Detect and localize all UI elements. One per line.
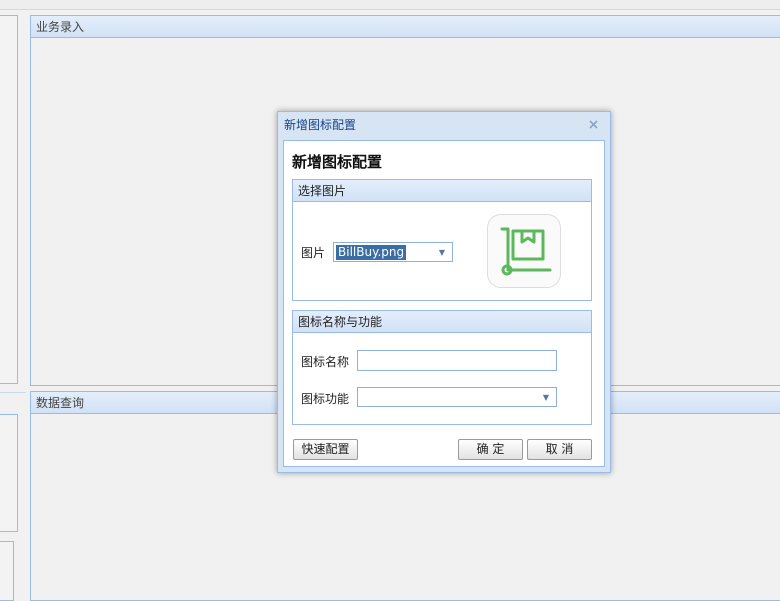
name-function-fieldset: 图标名称与功能 图标名称 图标功能 ▼ [292,310,592,425]
cancel-button[interactable]: 取 消 [527,439,592,460]
left-panel-frame-lower [0,414,18,532]
image-fieldset-title: 选择图片 [293,180,591,202]
icon-function-label: 图标功能 [301,392,350,406]
cart-box-icon [500,227,552,276]
top-strip [0,0,780,10]
image-fieldset: 选择图片 图片 BillBuy.png ▼ [292,179,592,301]
icon-name-input[interactable] [357,350,557,371]
dialog-title: 新增图标配置 [284,118,357,132]
left-panel-frame [0,15,18,384]
chevron-down-icon[interactable]: ▼ [435,246,449,259]
ok-button[interactable]: 确 定 [458,439,523,460]
image-select-value: BillBuy.png [336,245,407,260]
left-panel-separator [0,392,26,393]
icon-function-select[interactable]: ▼ [357,387,557,407]
icon-function-select-value [360,390,364,405]
chevron-down-icon[interactable]: ▼ [539,391,553,404]
close-icon[interactable] [587,119,600,132]
quick-config-button[interactable]: 快速配置 [293,439,358,460]
image-label: 图片 [301,246,326,260]
icon-name-label: 图标名称 [301,355,350,369]
left-panel-frame-bottom [0,541,14,601]
business-entry-panel-title: 业务录入 [31,16,780,38]
form-title: 新增图标配置 [292,153,383,171]
close-icon-glyph [589,120,598,129]
image-select[interactable]: BillBuy.png ▼ [333,242,453,262]
dialog-body: 新增图标配置 选择图片 图片 BillBuy.png ▼ 图标名称与功能 图标名… [283,140,605,467]
name-function-fieldset-title: 图标名称与功能 [293,311,591,333]
add-icon-config-dialog: 新增图标配置 新增图标配置 选择图片 图片 BillBuy.png ▼ 图标名称… [277,111,611,473]
icon-preview [487,214,561,288]
